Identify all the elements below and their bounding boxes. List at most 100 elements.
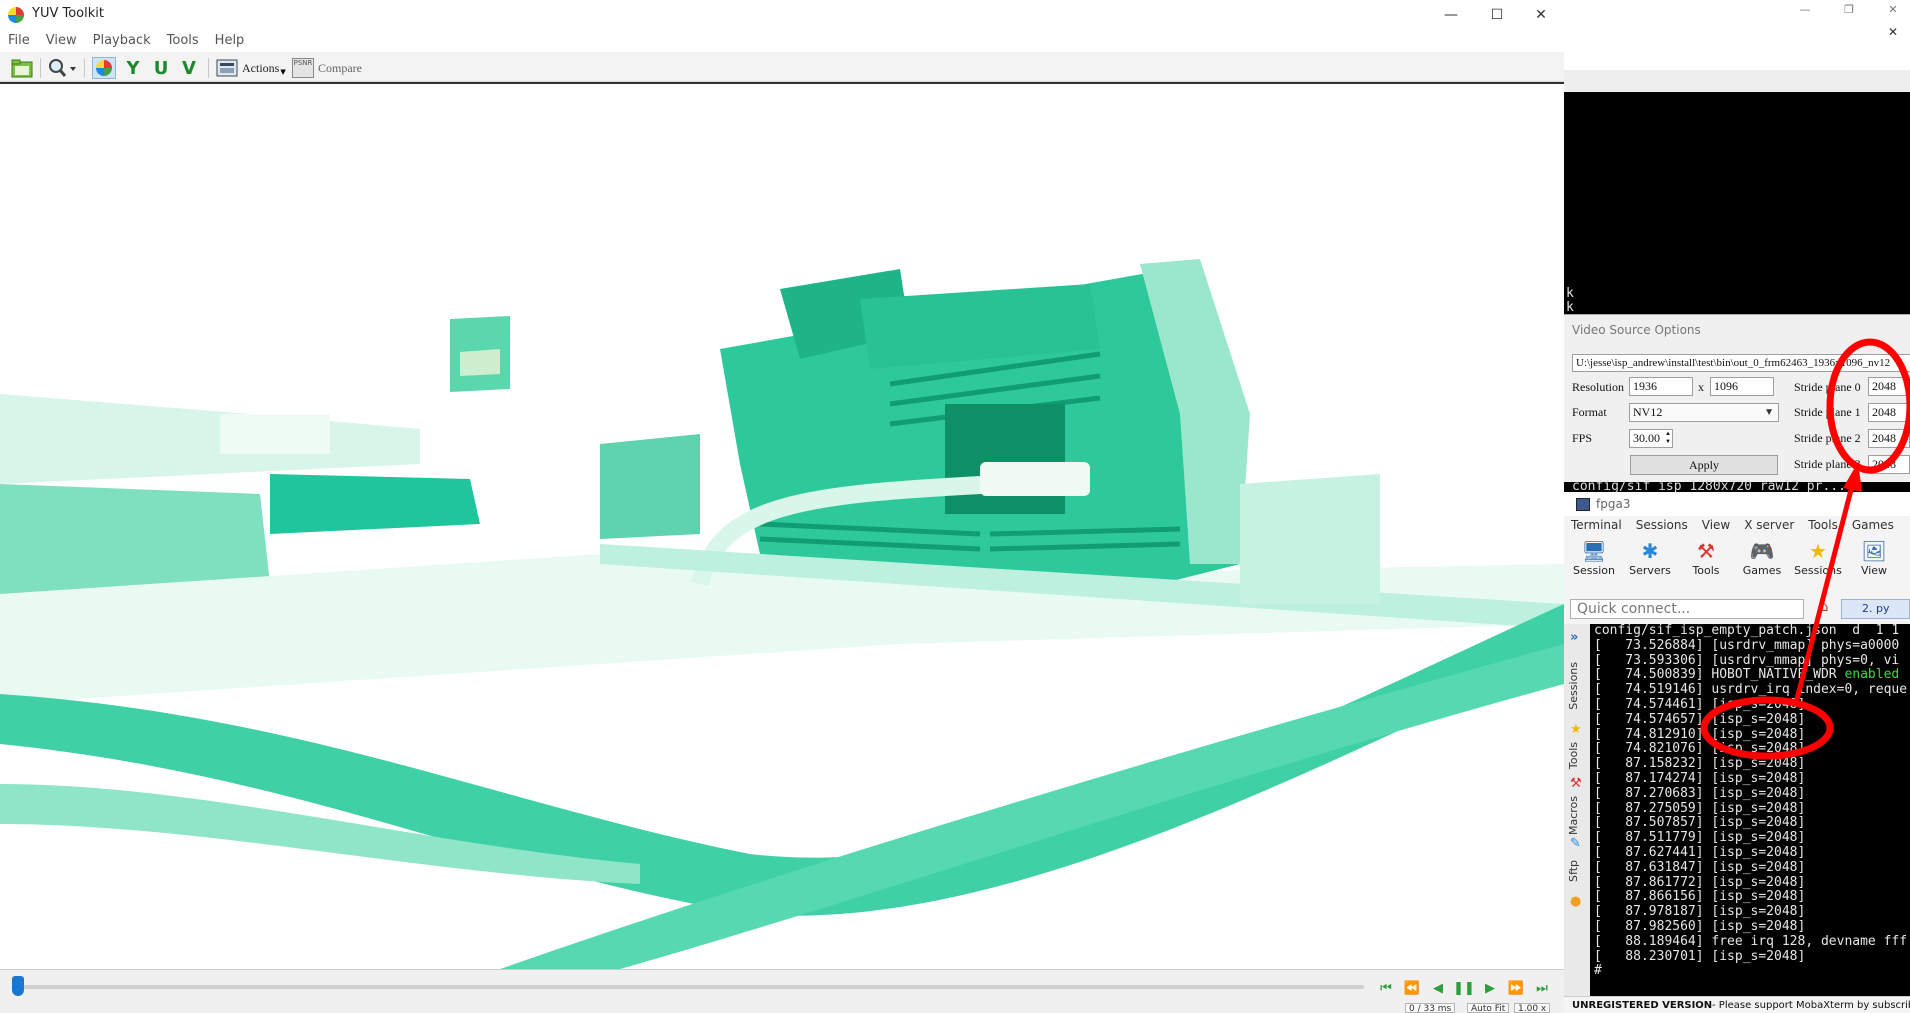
menu-sessions[interactable]: Sessions bbox=[1629, 516, 1695, 536]
fit-mode[interactable]: Auto Fit bbox=[1467, 1003, 1510, 1013]
maximize-icon[interactable]: ☐ bbox=[1474, 0, 1520, 30]
view-button[interactable]: 🖼 View bbox=[1846, 538, 1902, 582]
v-plane-button[interactable]: V bbox=[178, 57, 200, 79]
format-value: NV12 bbox=[1633, 405, 1663, 419]
last-frame-icon[interactable]: ⏭ bbox=[1532, 979, 1552, 997]
width-input[interactable]: 1936 bbox=[1629, 377, 1693, 396]
step-forward-icon[interactable]: ▶ bbox=[1480, 979, 1500, 997]
rewind-icon[interactable]: ⏪ bbox=[1402, 979, 1422, 997]
home-icon[interactable]: ⌂ bbox=[1812, 599, 1836, 619]
menu-help[interactable]: Help bbox=[207, 30, 253, 52]
minimize-icon[interactable]: — bbox=[1782, 0, 1828, 18]
seek-bar-area: ⏮ ⏪ ◀ ❚❚ ▶ ⏩ ⏭ bbox=[0, 969, 1564, 1003]
terminal-line: [ 87.270683] [isp_s=2048] bbox=[1594, 785, 1806, 801]
stride-plane-3-input[interactable]: 2048 bbox=[1868, 455, 1910, 474]
mobaxterm-title: fpga3 bbox=[1596, 497, 1631, 511]
mobaxterm-title-bar: fpga3 bbox=[1564, 492, 1910, 516]
servers-icon: ✱ bbox=[1641, 539, 1659, 563]
minimize-icon[interactable]: — bbox=[1428, 0, 1474, 30]
terminal-line: [ 74.821076] [isp_s=2048] bbox=[1594, 741, 1806, 757]
side-tab-sftp[interactable]: Sftp bbox=[1567, 860, 1580, 882]
stride-plane-0-input[interactable]: 2048 bbox=[1868, 377, 1910, 396]
games-button[interactable]: 🎮 Games bbox=[1734, 538, 1790, 582]
menu-x-server[interactable]: X server bbox=[1737, 516, 1801, 536]
background-terminal[interactable]: k k bbox=[1564, 92, 1910, 315]
terminal-line: [ 73.593306] [usrdrv_mmap] phys=0, vi bbox=[1594, 652, 1900, 668]
video-frame-view[interactable] bbox=[0, 82, 1564, 969]
zoom-button[interactable] bbox=[46, 57, 78, 79]
session-tab[interactable]: 2. py bbox=[1841, 599, 1910, 619]
mobaxterm-menu: Terminal Sessions View X server Tools Ga… bbox=[1564, 516, 1910, 536]
terminal-strip: config/sif_isp_1280x720_raw12_pr... bbox=[1564, 479, 1910, 494]
zoom-level[interactable]: 1.00 x bbox=[1514, 1003, 1551, 1013]
sftp-icon: ● bbox=[1570, 894, 1582, 909]
menu-file[interactable]: File bbox=[0, 30, 38, 52]
fast-forward-icon[interactable]: ⏩ bbox=[1506, 979, 1526, 997]
quick-connect-input[interactable]: Quick connect... bbox=[1570, 599, 1804, 619]
macro-icon: ✎ bbox=[1570, 836, 1581, 851]
menu-tools[interactable]: Tools bbox=[159, 30, 207, 52]
close-icon[interactable]: ✕ bbox=[1870, 22, 1910, 42]
double-chevron-icon[interactable]: » bbox=[1570, 630, 1578, 645]
menu-tools[interactable]: Tools bbox=[1801, 516, 1845, 536]
menu-view[interactable]: View bbox=[38, 30, 85, 52]
terminal-line: [ 74.574461] [isp_s=2048] bbox=[1594, 697, 1806, 712]
menu-view[interactable]: View bbox=[1695, 516, 1737, 536]
apply-button[interactable]: Apply bbox=[1630, 455, 1778, 475]
seek-thumb[interactable] bbox=[12, 976, 25, 996]
mobaxterm-window: config/sif_isp_1280x720_raw12_pr... fpga… bbox=[1564, 479, 1910, 1013]
terminal-line: [ 73.526884] [usrdrv_mmap] phys=a0000 bbox=[1594, 637, 1900, 653]
sessions-button[interactable]: ★ Sessions bbox=[1790, 538, 1846, 582]
open-file-button[interactable] bbox=[10, 57, 34, 79]
terminal-line: config/sif_isp_empty_patch.json d 1 1 bbox=[1594, 624, 1900, 638]
background-window-bar bbox=[1564, 70, 1910, 92]
side-tab-macros[interactable]: Macros bbox=[1567, 796, 1580, 835]
tools-icon: ⚒ bbox=[1570, 776, 1582, 791]
compare-button[interactable]: PSNR Compare bbox=[292, 57, 366, 79]
color-wheel-icon bbox=[96, 60, 112, 76]
terminal-line: [ 74.812910] [isp_s=2048] bbox=[1594, 726, 1806, 742]
side-tab-sessions[interactable]: Sessions bbox=[1567, 662, 1580, 710]
step-back-icon[interactable]: ◀ bbox=[1428, 979, 1448, 997]
terminal-line: [ 87.275059] [isp_s=2048] bbox=[1594, 800, 1806, 816]
close-icon[interactable]: ✕ bbox=[1518, 0, 1564, 30]
mobaxterm-side-tabs: » Sessions ★ Tools ⚒ Macros ✎ Sftp ● bbox=[1564, 624, 1590, 996]
chevron-down-icon: ▼ bbox=[280, 68, 286, 76]
terminal-line: [ 87.174274] [isp_s=2048] bbox=[1594, 771, 1806, 786]
menu-playback[interactable]: Playback bbox=[85, 30, 159, 52]
stride-plane-1-input[interactable]: 2048 bbox=[1868, 403, 1910, 422]
tools-button[interactable]: ⚒ Tools bbox=[1678, 538, 1734, 582]
color-mode-button[interactable] bbox=[92, 57, 116, 79]
u-plane-button[interactable]: U bbox=[150, 57, 172, 79]
stride-plane-2-input[interactable]: 2048 bbox=[1868, 429, 1910, 448]
mobaxterm-terminal[interactable]: config/sif_isp_empty_patch.json d 1 1 [ … bbox=[1590, 624, 1910, 996]
terminal-line: [ 74.519146] usrdrv_irq index=0, reque bbox=[1594, 682, 1908, 698]
compare-label: Compare bbox=[318, 60, 362, 75]
spin-arrows-icon[interactable]: ▲ ▼ bbox=[1665, 430, 1671, 446]
terminal-line: k bbox=[1566, 286, 1574, 301]
terminal-line: [ 87.866156] [isp_s=2048] bbox=[1594, 889, 1806, 905]
format-select[interactable]: NV12 ▼ bbox=[1629, 403, 1779, 422]
fps-input[interactable]: 30.00 ▲ ▼ bbox=[1629, 429, 1673, 448]
close-icon[interactable]: ✕ bbox=[1870, 0, 1910, 18]
session-button[interactable]: 🖥 Session bbox=[1566, 538, 1622, 582]
first-frame-icon[interactable]: ⏮ bbox=[1376, 979, 1396, 997]
unregistered-label: UNREGISTERED VERSION bbox=[1572, 1000, 1713, 1011]
file-path-field[interactable]: U:\jesse\isp_andrew\install\test\bin\out… bbox=[1572, 354, 1910, 372]
y-plane-button[interactable]: Y bbox=[122, 57, 144, 79]
app-logo-icon bbox=[8, 7, 24, 23]
toolbar: Y U V Actions ▼ PSNR Compare bbox=[0, 52, 1564, 82]
seek-track[interactable] bbox=[12, 985, 1364, 989]
menu-terminal[interactable]: Terminal bbox=[1564, 516, 1629, 536]
side-tab-tools[interactable]: Tools bbox=[1567, 742, 1580, 769]
session-icon: 🖥 bbox=[1581, 539, 1607, 563]
actions-button[interactable]: Actions ▼ bbox=[216, 57, 286, 79]
height-input[interactable]: 1096 bbox=[1710, 377, 1774, 396]
restore-icon[interactable]: ❐ bbox=[1826, 0, 1872, 18]
menu-games[interactable]: Games bbox=[1845, 516, 1901, 536]
servers-button[interactable]: ✱ Servers bbox=[1622, 538, 1678, 582]
mobaxterm-toolbar: 🖥 Session ✱ Servers ⚒ Tools 🎮 Games ★ Se… bbox=[1564, 536, 1910, 584]
terminal-line: [ 87.861772] [isp_s=2048] bbox=[1594, 874, 1806, 890]
pause-icon[interactable]: ❚❚ bbox=[1453, 979, 1475, 997]
right-windows: — ❐ ✕ ✕ k k Video Source Options U:\jess… bbox=[1564, 0, 1910, 1013]
